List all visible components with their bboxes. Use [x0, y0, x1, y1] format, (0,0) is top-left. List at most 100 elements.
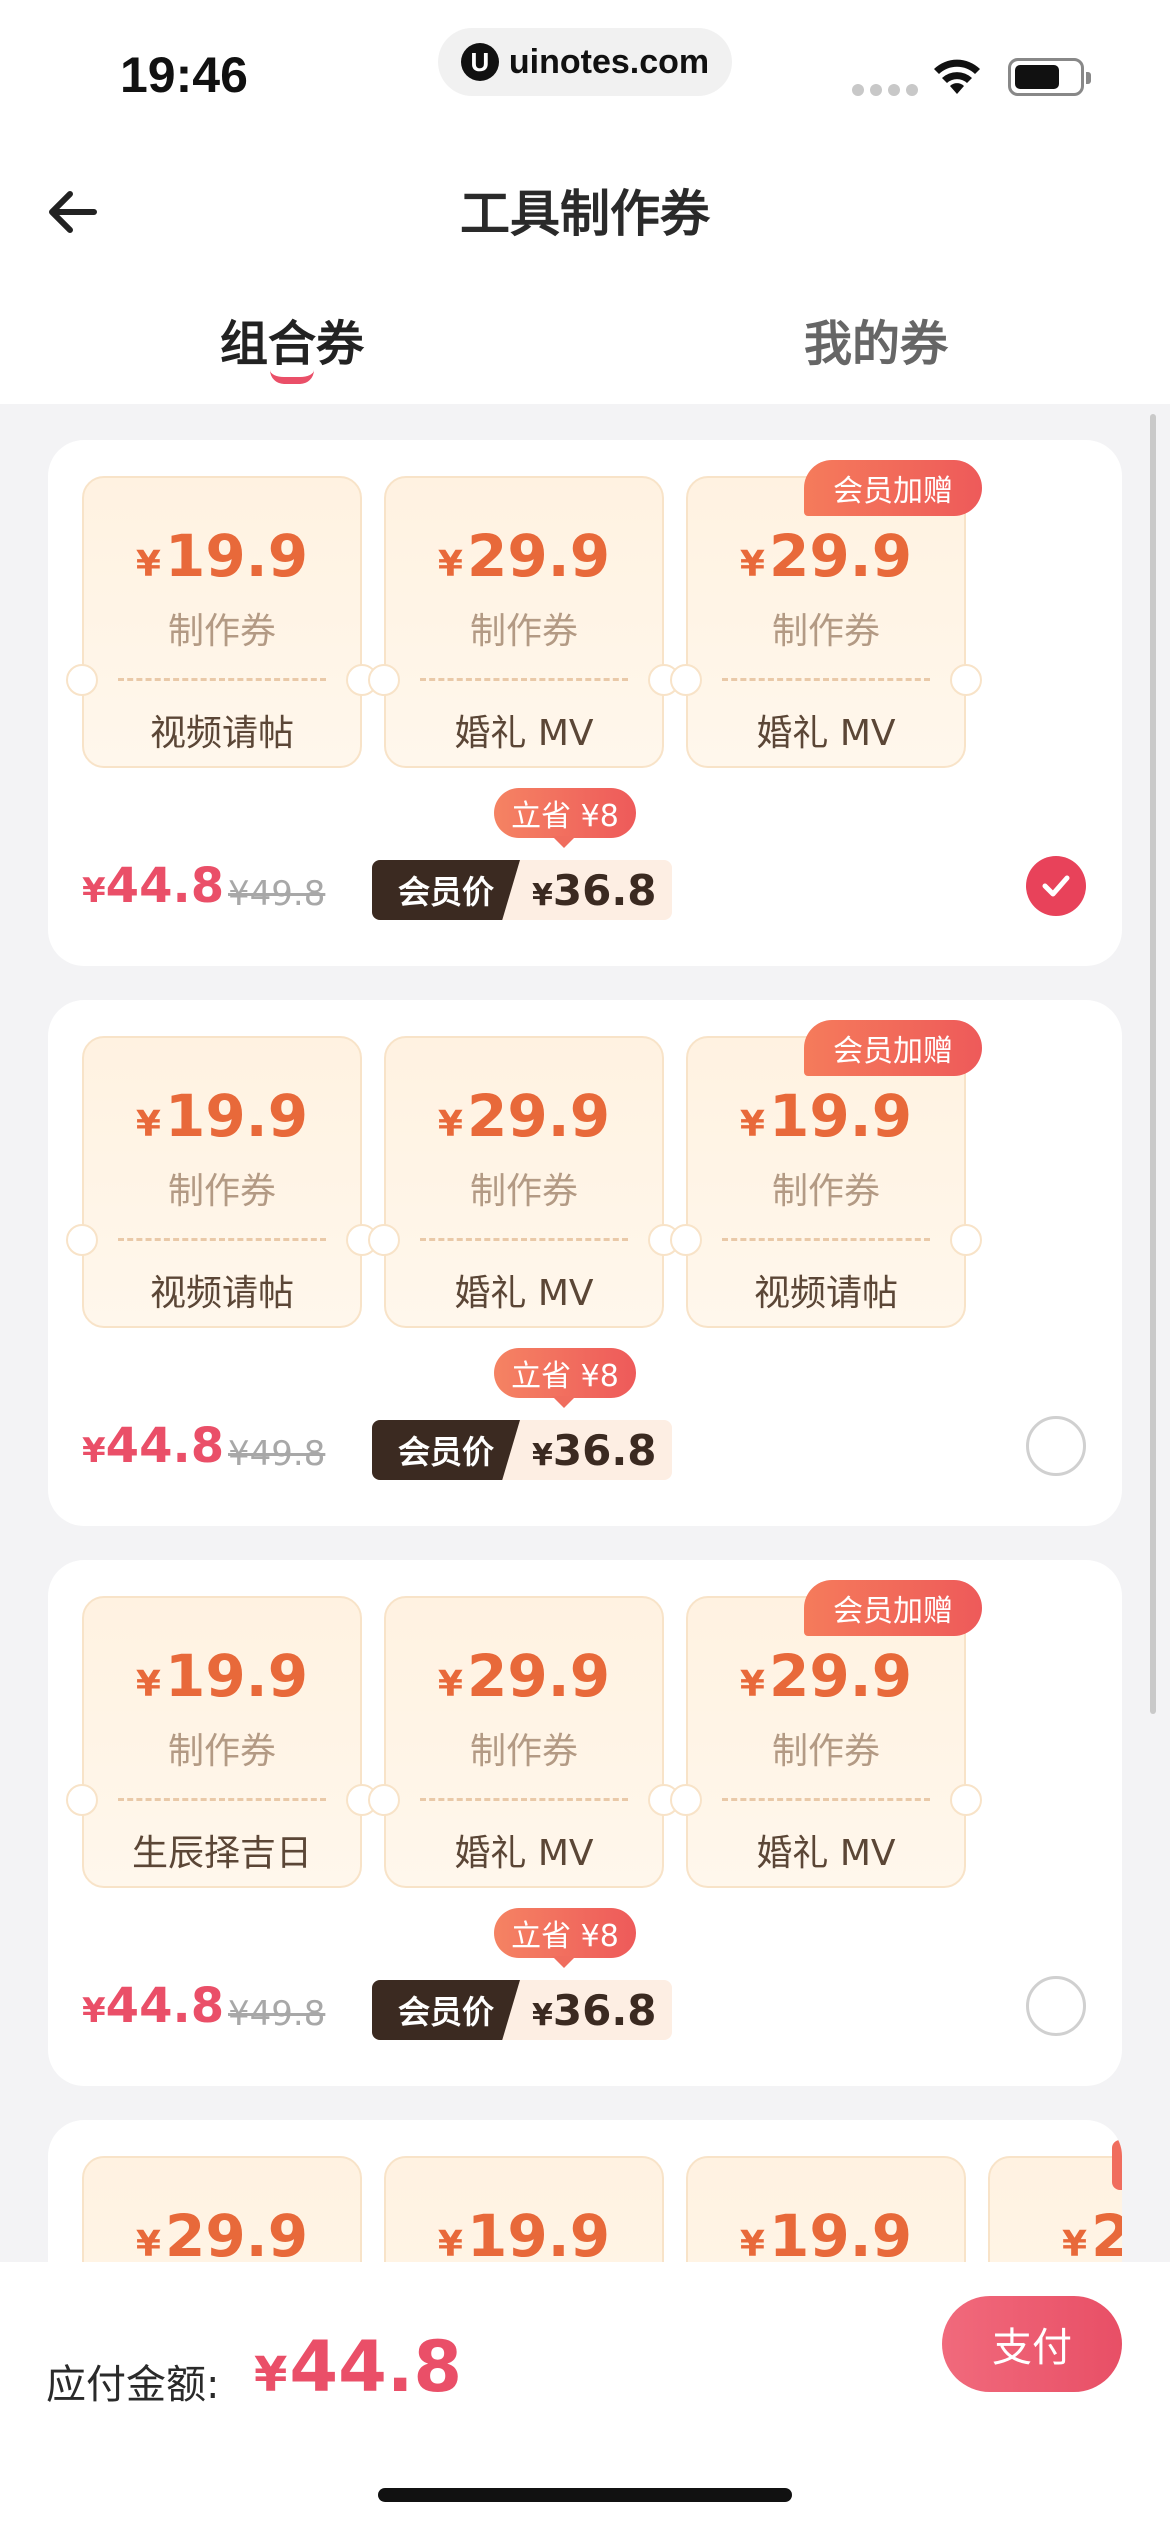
coupon-name: 婚礼 MV: [756, 1833, 896, 1874]
coupon-name: 视频请帖: [149, 1273, 294, 1314]
wifi-icon: [934, 59, 980, 94]
member-label: 会员价: [372, 1420, 520, 1480]
pay-button[interactable]: 支付: [942, 2296, 1122, 2392]
member-gift-badge: 会员加赠: [804, 1580, 982, 1636]
coupon-price: 19.9: [768, 2202, 913, 2270]
save-badge: 立省 ¥8: [494, 788, 636, 848]
coupon-price: 19.9: [466, 2202, 611, 2270]
coupon-type: 制作券: [469, 1731, 578, 1772]
coupon-price: 29.9: [768, 522, 913, 590]
url-text: uinotes.com: [508, 42, 710, 81]
coupon-price: 2: [1091, 2202, 1122, 2270]
ticket-divider: [420, 678, 628, 681]
currency-symbol: ¥: [135, 544, 161, 585]
active-tab-indicator: [270, 370, 314, 384]
coupon-price: 29.9: [466, 522, 611, 590]
coupon-ticket: ¥19.9 制作券 生辰择吉日: [66, 1596, 378, 1888]
coupon-ticket: ¥29.9 制作券 婚礼 MV: [368, 1036, 680, 1328]
bundle-card[interactable]: ¥19.9 制作券 视频请帖 ¥29.9 制作券 婚礼 MV ¥19.9 制作券…: [48, 1000, 1122, 1526]
ticket-divider: [118, 1238, 326, 1241]
tab-my-coupons[interactable]: 我的券: [804, 304, 948, 374]
ticket-divider: [420, 1238, 628, 1241]
coupon-ticket: ¥19.9 制作券 视频请帖: [670, 1036, 982, 1328]
coupon-ticket: ¥29.9 制作券 婚礼 MV: [670, 476, 982, 768]
payable-amount: ¥44.8: [254, 2326, 463, 2408]
currency-symbol: ¥: [739, 544, 765, 585]
original-price: ¥49.8: [228, 1434, 326, 1474]
currency-symbol: ¥: [1062, 2224, 1088, 2265]
home-indicator[interactable]: [378, 2488, 792, 2502]
cellular-signal-icon: [852, 84, 918, 96]
price-row: ¥44.8 ¥49.8 会员价 ¥36.8: [82, 1418, 722, 1482]
header: 工具制作券 组合券 我的券: [0, 140, 1170, 404]
bundle-price: ¥44.8: [82, 1978, 225, 2034]
member-price: ¥36.8: [532, 1986, 657, 2035]
bundle-card[interactable]: ¥19.9 制作券 视频请帖 ¥29.9 制作券 婚礼 MV ¥29.9 制作券…: [48, 440, 1122, 966]
price-row: ¥44.8 ¥49.8 会员价 ¥36.8: [82, 1978, 722, 2042]
save-badge: 立省 ¥8: [494, 1348, 636, 1408]
ticket-divider: [722, 1238, 930, 1241]
page-title: 工具制作券: [460, 185, 710, 243]
original-price: ¥49.8: [228, 1994, 326, 2034]
coupon-price: 29.9: [164, 2202, 309, 2270]
currency-symbol: ¥: [135, 2224, 161, 2265]
tab-combo-coupons[interactable]: 组合券: [220, 304, 364, 374]
original-price: ¥49.8: [228, 874, 326, 914]
bundle-price: ¥44.8: [82, 858, 225, 914]
coupon-price: 19.9: [768, 1082, 913, 1150]
coupon-price: 29.9: [466, 1642, 611, 1710]
coupon-ticket: ¥29.9 制作券 婚礼 MV: [670, 1596, 982, 1888]
currency-symbol: ¥: [739, 1104, 765, 1145]
ticket-divider: [420, 1798, 628, 1801]
currency-symbol: ¥: [739, 1664, 765, 1705]
ticket-divider: [118, 1798, 326, 1801]
member-price-tag: 会员价 ¥36.8: [372, 1980, 672, 2040]
coupon-price: 19.9: [164, 1642, 309, 1710]
bundle-card[interactable]: ¥19.9 制作券 生辰择吉日 ¥29.9 制作券 婚礼 MV ¥29.9 制作…: [48, 1560, 1122, 2086]
price-row: ¥44.8 ¥49.8 会员价 ¥36.8: [82, 858, 722, 922]
coupon-ticket: ¥29.9 制作券 婚礼 MV: [368, 1596, 680, 1888]
coupon-name: 生辰择吉日: [131, 1833, 312, 1874]
select-radio[interactable]: [1026, 1416, 1086, 1476]
coupon-ticket: ¥19.9 制作券 视频请帖: [66, 1036, 378, 1328]
member-price-tag: 会员价 ¥36.8: [372, 1420, 672, 1480]
battery-icon: [1008, 58, 1091, 96]
coupon-type: 制作券: [469, 611, 578, 652]
payable-label: 应付金额:: [46, 2362, 220, 2408]
currency-symbol: ¥: [135, 1664, 161, 1705]
currency-symbol: ¥: [437, 544, 463, 585]
coupon-name: 婚礼 MV: [454, 1833, 594, 1874]
member-label: 会员价: [372, 1980, 520, 2040]
coupon-type: 制作券: [167, 1171, 276, 1212]
currency-symbol: ¥: [437, 2224, 463, 2265]
url-pill[interactable]: U uinotes.com: [438, 28, 732, 96]
bundle-price: ¥44.8: [82, 1418, 225, 1474]
coupon-price: 29.9: [768, 1642, 913, 1710]
member-gift-badge-edge: [1112, 2140, 1122, 2190]
select-radio[interactable]: [1026, 1976, 1086, 2036]
coupon-type: 制作券: [771, 611, 880, 652]
coupon-ticket: ¥19.9 制作券 视频请帖: [66, 476, 378, 768]
currency-symbol: ¥: [739, 2224, 765, 2265]
selected-check-icon[interactable]: [1026, 856, 1086, 916]
coupon-type: 制作券: [469, 1171, 578, 1212]
coupon-name: 视频请帖: [753, 1273, 898, 1314]
currency-symbol: ¥: [437, 1664, 463, 1705]
member-price: ¥36.8: [532, 1426, 657, 1475]
member-gift-badge: 会员加赠: [804, 1020, 982, 1076]
currency-symbol: ¥: [437, 1104, 463, 1145]
ticket-divider: [722, 678, 930, 681]
coupon-type: 制作券: [167, 611, 276, 652]
coupon-ticket: ¥29.9 制作券 婚礼 MV: [368, 476, 680, 768]
status-bar: 19:46 U uinotes.com: [0, 0, 1170, 140]
scrollbar[interactable]: [1150, 414, 1156, 1714]
save-badge: 立省 ¥8: [494, 1908, 636, 1968]
member-price-tag: 会员价 ¥36.8: [372, 860, 672, 920]
member-label: 会员价: [372, 860, 520, 920]
coupon-type: 制作券: [771, 1171, 880, 1212]
currency-symbol: ¥: [135, 1104, 161, 1145]
coupon-name: 婚礼 MV: [454, 1273, 594, 1314]
member-gift-badge: 会员加赠: [804, 460, 982, 516]
coupon-name: 婚礼 MV: [756, 713, 896, 754]
coupon-name: 婚礼 MV: [454, 713, 594, 754]
